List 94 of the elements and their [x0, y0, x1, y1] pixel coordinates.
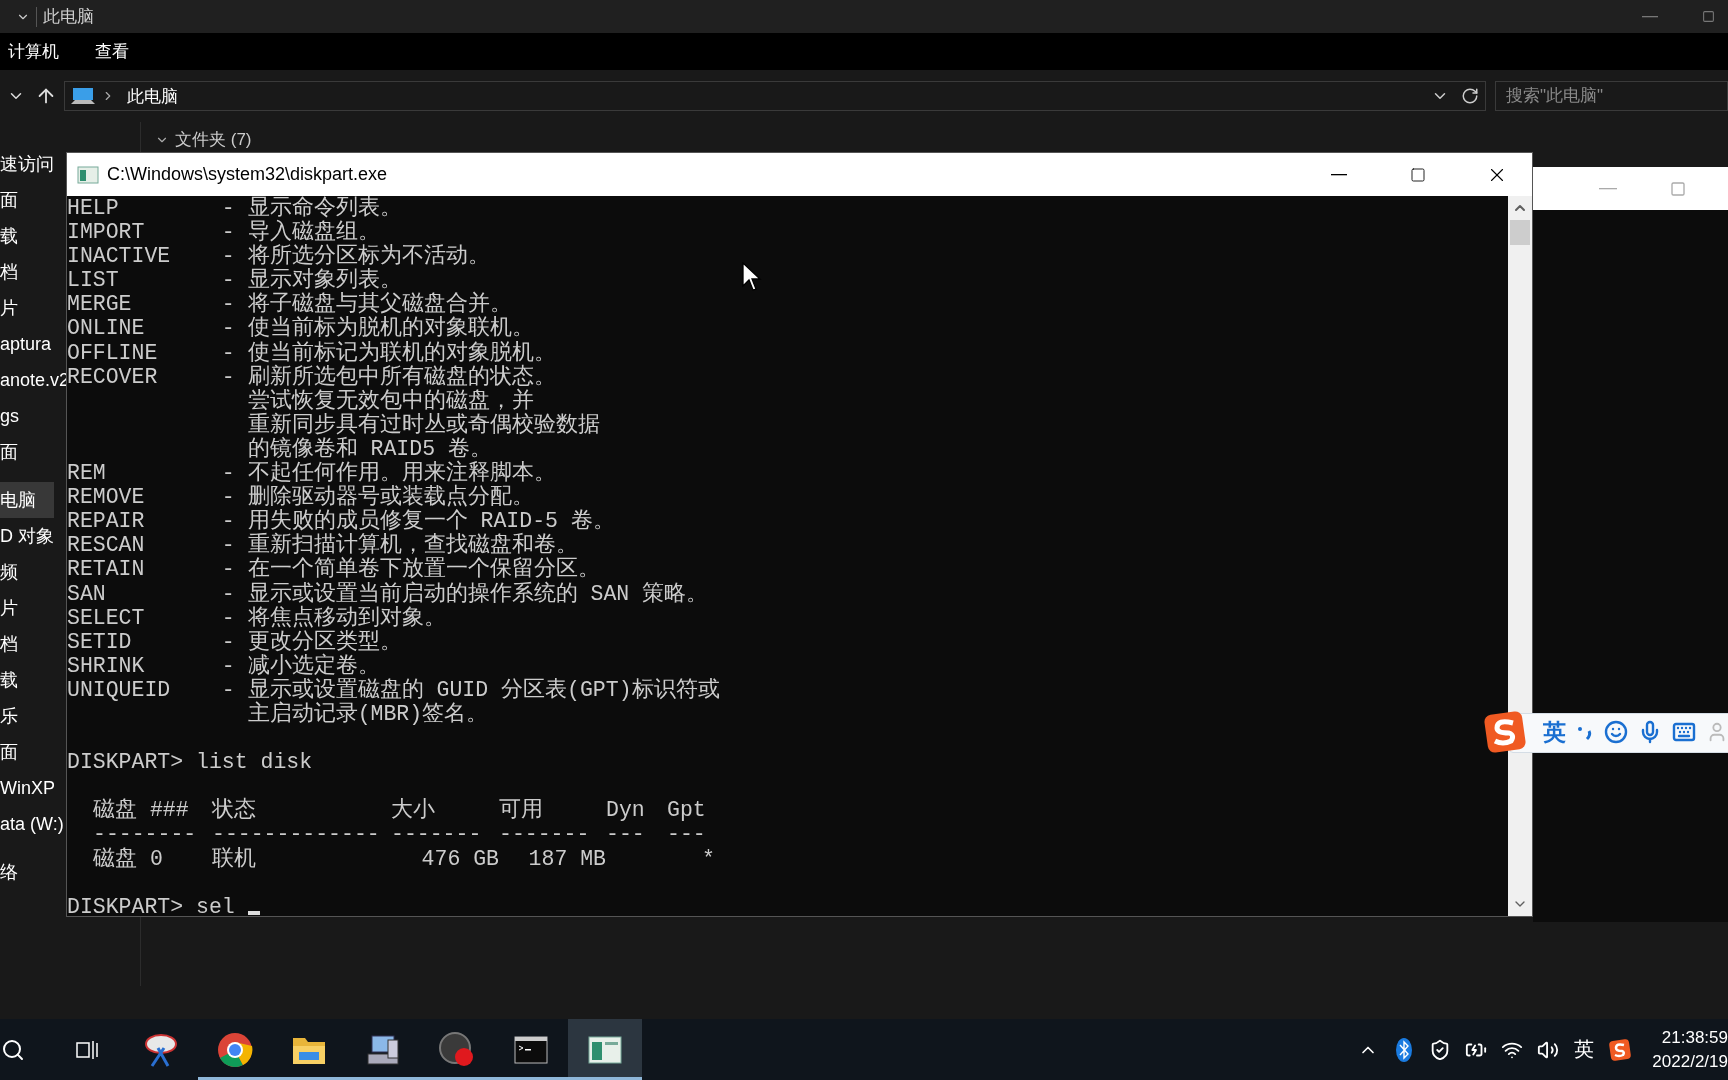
column-rule: -------------: [212, 822, 381, 847]
column-header: 可用: [499, 798, 544, 823]
sidebar-item[interactable]: aptura: [0, 326, 52, 362]
sidebar-item[interactable]: 面: [0, 734, 18, 770]
mouse-pointer-icon: [742, 262, 762, 292]
sidebar-item[interactable]: 面: [0, 434, 18, 470]
console-line: REMOVE - 删除驱动器号或装载点分配。: [67, 485, 534, 510]
console-line: RETAIN - 在一个简单卷下放置一个保留分区。: [67, 557, 600, 582]
sidebar-item[interactable]: 速访问: [0, 146, 54, 182]
group-header: 文件夹 (7): [175, 129, 252, 151]
search-icon: [1, 1037, 25, 1062]
console-line: LIST - 显示对象列表。: [67, 268, 402, 293]
column-header: Gpt: [667, 798, 707, 823]
table-cell-text: 磁盘 0: [93, 846, 164, 871]
input-mode-indicator[interactable]: 英: [1566, 1019, 1603, 1080]
window-icon: [588, 1035, 622, 1064]
text-cursor: [247, 910, 260, 915]
column-rule: --------: [93, 822, 198, 847]
table-cell-text: 联机: [212, 846, 257, 871]
keyboard-icon[interactable]: [1672, 720, 1696, 744]
table-cell-text: 187 MB: [527, 846, 606, 871]
sidebar-item[interactable]: gs: [0, 398, 19, 434]
sidebar-item[interactable]: 档: [0, 626, 18, 662]
taskbar-app-button[interactable]: [568, 1019, 642, 1080]
console-line: SELECT - 将焦点移动到对象。: [67, 605, 446, 630]
console-line: INACTIVE - 将所选分区标为不活动。: [67, 244, 490, 269]
task-view-icon: [75, 1038, 99, 1061]
console-line: SHRINK - 减小选定卷。: [67, 653, 380, 678]
console-line: RESCAN - 重新扫描计算机，查找磁盘和卷。: [67, 533, 578, 558]
console-line: HELP - 显示命令列表。: [67, 196, 402, 220]
refresh-icon[interactable]: [1461, 87, 1479, 105]
console-icon: [77, 165, 99, 184]
column-rule: ---: [667, 822, 707, 847]
column-header: 磁盘 ###: [93, 798, 190, 823]
menu-tab[interactable]: 查看: [95, 40, 129, 63]
menu-tab[interactable]: 计算机: [8, 40, 59, 63]
console-line: ONLINE - 使当前标为脱机的对象联机。: [67, 316, 534, 341]
sidebar-item[interactable]: 电脑: [0, 482, 54, 518]
console-line: 尝试恢复无效包中的磁盘，并: [246, 388, 534, 413]
table-cell-text: 476 GB: [420, 846, 499, 871]
console-line: 重新同步具有过时丛或奇偶校验数据: [246, 412, 600, 437]
column-header: 状态: [212, 798, 257, 823]
address-text: 此电脑: [126, 85, 178, 108]
sidebar-item[interactable]: 络: [0, 854, 18, 890]
sidebar-item[interactable]: 载: [0, 218, 18, 254]
console-line: SAN - 显示或设置当前启动的操作系统的 SAN 策略。: [67, 581, 709, 606]
ime-logo-icon[interactable]: [1483, 710, 1527, 754]
sidebar-item[interactable]: ata (W:): [0, 806, 64, 842]
minimize-icon: [1642, 15, 1658, 18]
sidebar-item[interactable]: 片: [0, 590, 18, 626]
console-line: SETID - 更改分区类型。: [67, 629, 402, 654]
sidebar-item[interactable]: WinXP: [0, 770, 55, 806]
column-header: Dyn: [606, 798, 646, 823]
column-rule: -------: [391, 822, 483, 847]
input-mode-indicator[interactable]: 英: [1543, 716, 1566, 748]
console-line: REPAIR - 用失败的成员修复一个 RAID-5 卷。: [67, 509, 615, 534]
console-line: 主启动记录(MBR)签名。: [246, 701, 489, 727]
sidebar-item[interactable]: 片: [0, 290, 18, 326]
minimize-icon: [1330, 173, 1347, 176]
minimize-icon: [1599, 187, 1617, 190]
column-header: 大小: [391, 798, 436, 823]
sidebar-item[interactable]: D 对象: [0, 518, 54, 554]
scissors-icon: [142, 1031, 180, 1068]
clock-time[interactable]: 21:38:59: [1652, 1027, 1728, 1048]
emoji-icon[interactable]: [1604, 720, 1628, 744]
table-cell-text: *: [701, 846, 715, 871]
address-bar[interactable]: 此电脑: [63, 81, 1486, 111]
console-line: DISKPART> list disk: [67, 750, 313, 775]
console-line: 的镜像卷和 RAID5 卷。: [246, 436, 492, 461]
console-line: UNIQUEID - 显示或设置磁盘的 GUID 分区表(GPT)标识符或: [67, 677, 720, 702]
console-line: IMPORT - 导入磁盘组。: [67, 220, 380, 245]
column-rule: ---: [606, 822, 646, 847]
console-line: DISKPART> sel: [67, 894, 235, 916]
sidebar-item[interactable]: 面: [0, 182, 18, 218]
browser-icon: [217, 1031, 253, 1068]
clock-date[interactable]: 2022/2/19: [1652, 1051, 1728, 1072]
console-line: MERGE - 将子磁盘与其父磁盘合并。: [67, 292, 512, 317]
record-icon: [438, 1030, 476, 1069]
console-line: RECOVER - 刷新所选包中所有磁盘的状态。: [67, 364, 556, 389]
maximize-icon: [1670, 180, 1686, 197]
sidebar-item[interactable]: 频: [0, 554, 18, 590]
maximize-icon: [1409, 166, 1426, 183]
window-title: C:\Windows\system32\diskpart.exe: [107, 164, 388, 185]
search-field[interactable]: 搜索"此电脑": [1495, 81, 1728, 111]
sidebar-item[interactable]: 乐: [0, 698, 18, 734]
window-title: 此电脑: [43, 6, 94, 28]
terminal-icon: [514, 1035, 548, 1064]
computer-icon: [70, 86, 95, 106]
console-line: OFFLINE - 使当前标记为联机的对象脱机。: [67, 340, 556, 365]
restore-icon: [1701, 10, 1715, 23]
scrollbar-thumb[interactable]: [1510, 220, 1530, 245]
sidebar-item[interactable]: 档: [0, 254, 18, 290]
column-rule: -------: [499, 822, 591, 847]
sidebar-item[interactable]: 载: [0, 662, 18, 698]
